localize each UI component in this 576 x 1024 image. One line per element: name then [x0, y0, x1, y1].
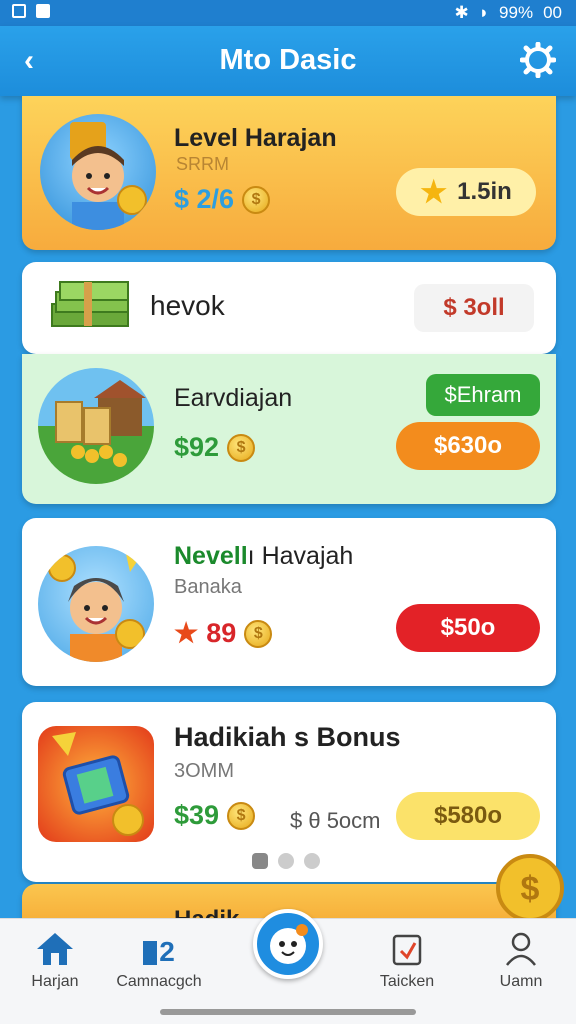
pill-label: 1.5in — [457, 178, 512, 205]
reward-card[interactable]: Nevellı Havajah Banaka ★ 89 $ $50o — [22, 518, 556, 686]
nav-label: Uamn — [499, 973, 543, 990]
treasure-image — [38, 368, 154, 484]
reward-list: Level Harajan SRRM $ 2/6 $ ★ 1.5in hevok … — [0, 96, 576, 918]
card-value: $ 2/6 $ — [174, 184, 271, 215]
coin-icon: $ — [227, 801, 256, 830]
status-bar: ✱ ◗ 99% 00 — [0, 0, 576, 26]
chart-icon: 2 — [143, 936, 175, 967]
card-subtitle: 3OMM — [174, 760, 234, 782]
price-pill[interactable]: $50o — [396, 604, 540, 652]
page-indicator[interactable] — [252, 853, 320, 869]
title-main: Havajah — [261, 542, 354, 570]
title-prefix: Nevell — [174, 542, 248, 570]
price-pill[interactable]: $ 3oll — [414, 284, 534, 332]
pill-label: $ 3oll — [443, 294, 505, 321]
ticket-icon — [392, 934, 422, 966]
coin-icon: $ — [244, 619, 273, 648]
home-indicator[interactable] — [160, 1009, 416, 1015]
badge-pill: $Ehram — [426, 374, 540, 416]
card-value: $39 $ — [174, 800, 256, 831]
pill-label: $630o — [433, 432, 503, 459]
bottom-nav: Harjan 2 Camnacgch Taicken Uamn — [0, 909, 576, 1024]
card-title: Nevellı Havajah — [174, 542, 353, 571]
page-dot[interactable] — [252, 853, 268, 869]
avatar — [40, 114, 156, 230]
center-action-button[interactable] — [253, 909, 323, 979]
bonus-image — [38, 726, 154, 842]
cash-stack-icon — [51, 281, 129, 327]
pill-label: $50o — [440, 614, 496, 641]
home-icon — [37, 933, 73, 965]
card-value: ★ 89 $ — [174, 618, 273, 649]
card-subtitle: Banaka — [174, 576, 242, 598]
price-pill[interactable]: $630o — [396, 422, 540, 470]
coin-icon: $ — [242, 185, 271, 214]
page-title: Mto Dasic — [219, 44, 357, 76]
nav-profile[interactable]: Uamn — [466, 931, 576, 991]
page-dot[interactable] — [304, 853, 320, 869]
face-icon — [270, 924, 308, 964]
bluetooth-icon: ✱ — [454, 3, 469, 22]
reward-card[interactable]: Earvdiajan $92 $ $Ehram $630o — [22, 354, 556, 504]
svg-text:$: $ — [521, 870, 540, 908]
price-pill[interactable]: $580o — [396, 792, 540, 840]
clock: 00 — [543, 3, 562, 22]
image-icon — [36, 4, 50, 18]
title-separator: ı — [247, 542, 262, 570]
reward-card[interactable]: hevok $ 3oll — [22, 262, 556, 354]
pill-label: $580o — [433, 802, 503, 829]
card-title: Hadikiah s Bonus — [174, 722, 401, 752]
coin-stack-icon: $ — [496, 854, 564, 918]
reward-pill[interactable]: ★ 1.5in — [396, 168, 536, 216]
card-title: Earvdiajan — [174, 384, 293, 412]
nav-label: Camnacgch — [116, 973, 202, 990]
svg-text:2: 2 — [159, 936, 175, 967]
gear-icon[interactable] — [520, 42, 556, 78]
notification-icon — [12, 4, 26, 18]
card-title: Hadik — [174, 906, 239, 918]
card-title: hevok — [150, 290, 225, 321]
wifi-icon: ◗ — [478, 3, 490, 22]
coin-icon: $ — [227, 433, 256, 462]
nav-label: Harjan — [31, 973, 79, 990]
card-value: $92 $ — [174, 432, 256, 463]
secondary-value: $ θ 5ocm — [290, 808, 381, 833]
star-icon: ★ — [174, 618, 199, 648]
star-icon: ★ — [420, 175, 448, 209]
nav-label: Taicken — [379, 973, 435, 990]
badge-label: $Ehram — [444, 382, 522, 407]
user-icon — [506, 932, 536, 966]
card-title: Level Harajan — [174, 124, 337, 152]
avatar — [38, 546, 154, 662]
nav-tickets[interactable]: Taicken — [352, 931, 462, 991]
page-dot[interactable] — [278, 853, 294, 869]
reward-card[interactable]: Level Harajan SRRM $ 2/6 $ ★ 1.5in — [22, 96, 556, 250]
card-subtitle: SRRM — [176, 154, 229, 174]
battery-text: 99% — [499, 3, 534, 22]
nav-stats[interactable]: 2 Camnacgch — [104, 931, 214, 991]
app-header: ‹ Mto Dasic — [0, 26, 576, 96]
nav-home[interactable]: Harjan — [0, 931, 110, 991]
